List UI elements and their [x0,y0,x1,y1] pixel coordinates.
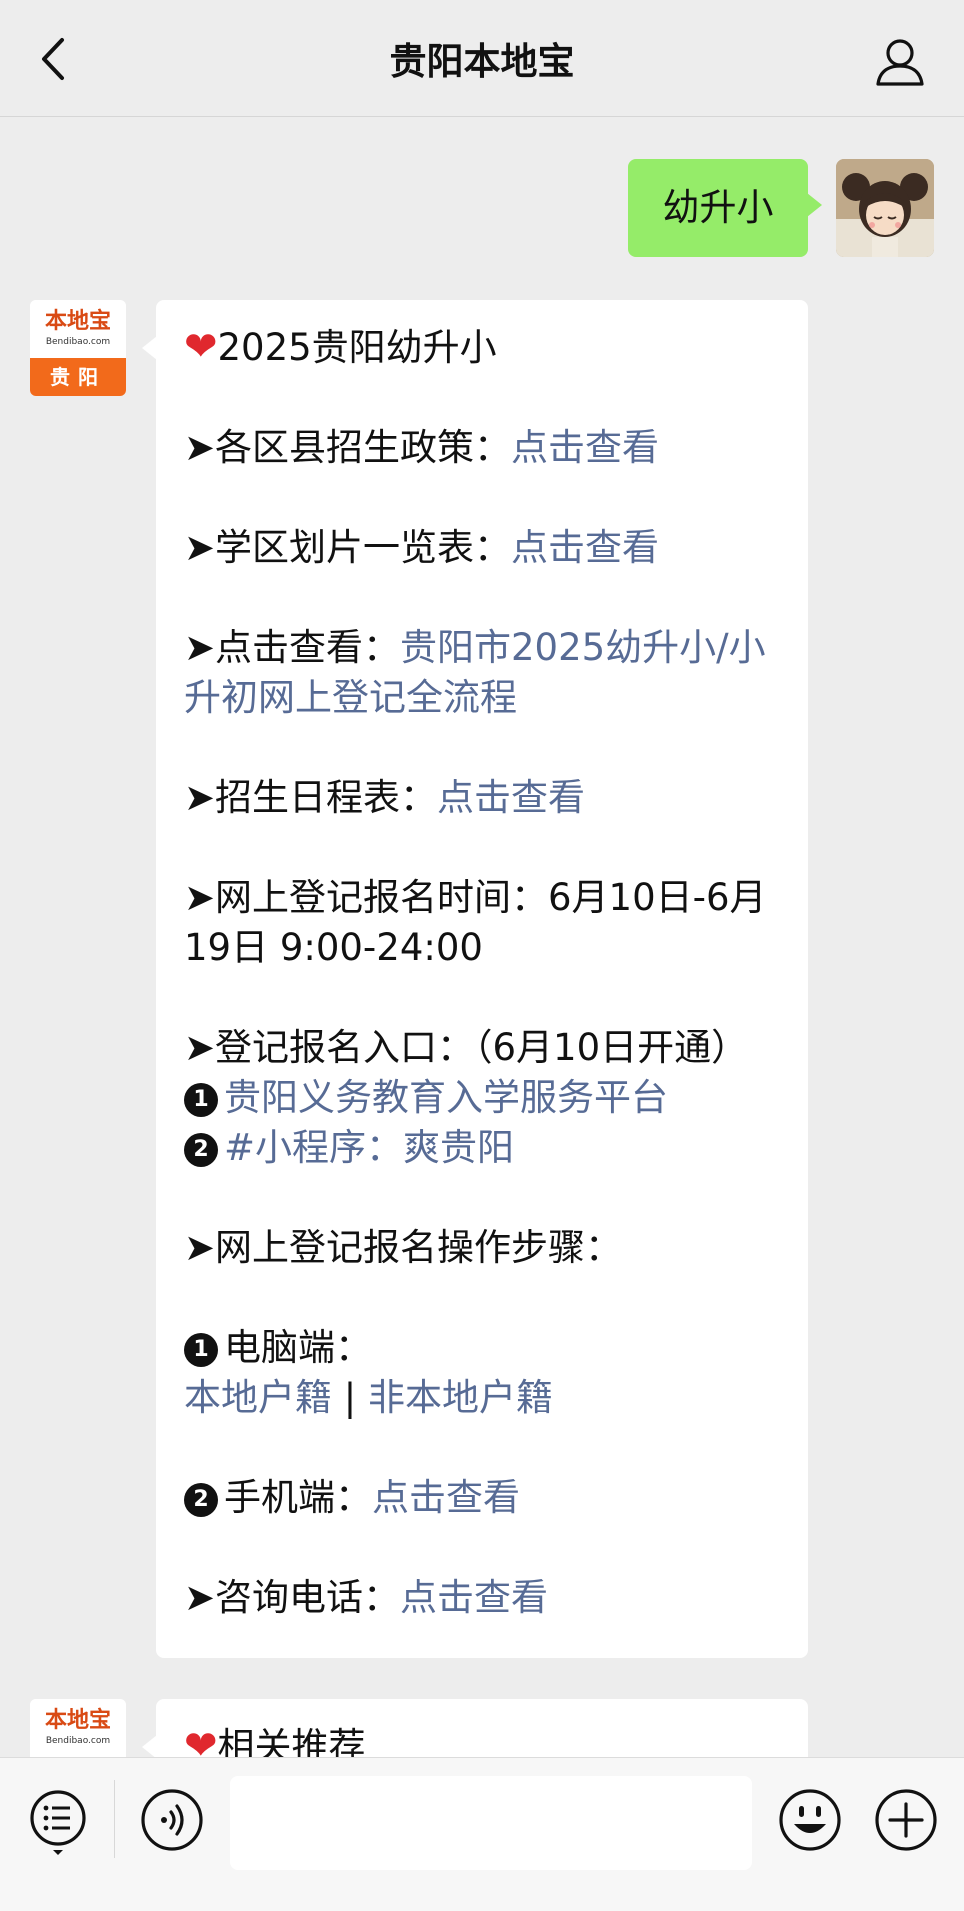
registration-time: ➤网上登记报名时间：6月10日-6月19日 9:00-24:00 [184,876,767,969]
reply-heading-line: ❤2025贵阳幼升小 [184,322,780,373]
mobile-line: 2 手机端：点击查看 [184,1473,780,1523]
nonlocal-household-link[interactable]: 非本地户籍 [368,1376,553,1419]
process-label: ➤点击查看： [184,626,401,669]
back-button[interactable] [30,34,80,84]
policy-line: ➤各区县招生政策：点击查看 [184,423,780,473]
bot-logo-top: 本地宝 Bendibao.com [30,300,126,356]
emoji-icon [779,1789,841,1851]
page-title: 贵阳本地宝 [389,40,575,83]
schedule-label: ➤招生日程表： [184,776,438,819]
pc-label: 电脑端： [224,1326,372,1369]
chevron-left-icon [42,38,64,80]
district-line: ➤学区划片一览表：点击查看 [184,523,780,573]
recommend-heading: 相关推荐 [217,1725,366,1757]
pc-line: 1 电脑端： [184,1323,780,1373]
bot-avatar[interactable]: 本地宝 Bendibao.com 贵阳 [30,300,126,396]
phone-label: ➤咨询电话： [184,1576,401,1619]
number-badge-2: 2 [184,1133,218,1167]
mobile-label: 手机端： [224,1476,372,1519]
steps-label: ➤网上登记报名操作步骤： [184,1226,623,1269]
menu-button[interactable] [28,1788,88,1858]
menu-icon [30,1790,86,1855]
user-message-bubble[interactable]: 幼升小 [628,159,822,257]
bar-divider [114,1780,115,1858]
mobile-link[interactable]: 点击查看 [372,1476,520,1519]
bot-reply-bubble: ❤2025贵阳幼升小 ➤各区县招生政策：点击查看 ➤学区划片一览表：点击查看 ➤… [142,300,808,1658]
bot-logo-domain: Bendibao.com [45,337,111,347]
number-badge-1: 1 [184,1083,218,1117]
district-link[interactable]: 点击查看 [511,526,659,569]
link-separator: | [343,1376,357,1419]
process-line: ➤点击查看：贵阳市2025幼升小/小升初网上登记全流程 [184,623,780,723]
schedule-link[interactable]: 点击查看 [437,776,585,819]
entry-1-link[interactable]: 贵阳义务教育入学服务平台 [224,1076,668,1119]
input-bar [0,1757,964,1911]
entry-2-link[interactable]: #小程序：爽贵阳 [224,1126,514,1169]
number-badge-1: 1 [184,1333,218,1367]
entry-1-line: 1 贵阳义务教育入学服务平台 [184,1073,780,1123]
bot-logo-brand: 本地宝 [44,308,111,334]
user-avatar-image [836,159,934,257]
message-input[interactable] [230,1776,752,1870]
local-household-link[interactable]: 本地户籍 [184,1376,332,1419]
bot-reply-bubble-2: ❤相关推荐 [142,1699,808,1757]
phone-line: ➤咨询电话：点击查看 [184,1573,780,1623]
district-label: ➤学区划片一览表： [184,526,512,569]
phone-link[interactable]: 点击查看 [400,1576,548,1619]
chat-area[interactable]: 幼升小 本地宝 Bendibao.com 贵阳 ❤2025贵阳幼升小 ➤各区县招… [0,117,964,1757]
person-icon [876,39,924,86]
voice-button[interactable] [140,1788,204,1852]
voice-icon [141,1789,203,1851]
title-bar: 贵阳本地宝 [0,0,964,117]
bot-logo-top: 本地宝 Bendibao.com [30,1699,126,1755]
number-badge-2: 2 [184,1483,218,1517]
bot-logo-city: 贵阳 [30,358,126,396]
user-message-text: 幼升小 [662,186,774,229]
profile-button[interactable] [874,36,926,88]
more-button[interactable] [874,1788,938,1852]
recommend-heading-line: ❤相关推荐 [184,1721,780,1757]
entry-2-line: 2 #小程序：爽贵阳 [184,1123,780,1173]
bot-avatar[interactable]: 本地宝 Bendibao.com 贵阳 [30,1699,126,1757]
bot-logo-domain: Bendibao.com [45,1736,111,1746]
bot-logo-brand: 本地宝 [44,1707,111,1733]
schedule-line: ➤招生日程表：点击查看 [184,773,780,823]
reply-heading: 2025贵阳幼升小 [217,326,497,369]
pc-links-line: 本地户籍 | 非本地户籍 [184,1373,780,1423]
user-avatar[interactable] [836,159,934,257]
emoji-button[interactable] [778,1788,842,1852]
plus-icon [875,1789,937,1851]
heart-icon: ❤ [184,1723,218,1757]
policy-link[interactable]: 点击查看 [511,426,659,469]
heart-icon: ❤ [184,324,218,370]
policy-label: ➤各区县招生政策： [184,426,512,469]
entry-label: ➤登记报名入口：（6月10日开通） [184,1026,749,1069]
